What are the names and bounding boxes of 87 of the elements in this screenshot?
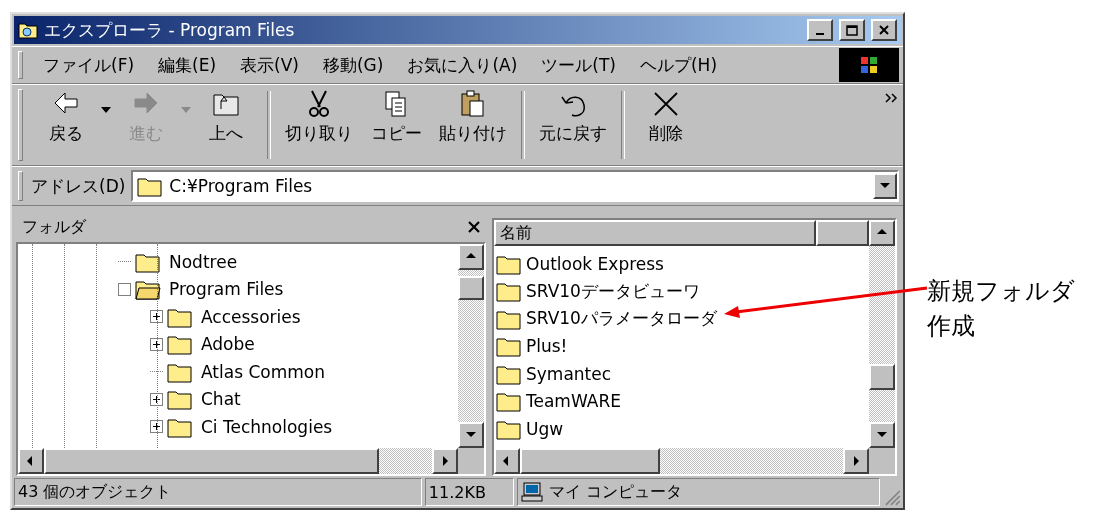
chevron-icon[interactable]	[885, 93, 899, 103]
tree-item[interactable]: Program Files	[169, 279, 284, 300]
vertical-scrollbar[interactable]	[869, 246, 895, 448]
address-dropdown-button[interactable]	[873, 173, 897, 199]
annotation-text: 新規フォルダ作成	[927, 276, 1076, 342]
scroll-down-button[interactable]	[869, 422, 895, 448]
toolbar-button[interactable]: 切り取り	[277, 85, 361, 149]
toolbar-button[interactable]: 戻る	[31, 85, 101, 149]
horizontal-scrollbar[interactable]	[494, 448, 869, 474]
plus-icon	[153, 423, 160, 431]
address-label: アドレス(D)	[31, 174, 126, 198]
scroll-down-button[interactable]	[458, 422, 484, 448]
scrollbar-corner	[869, 448, 895, 474]
file-item[interactable]: Outlook Express	[526, 253, 664, 274]
scroll-up-button[interactable]	[458, 244, 484, 270]
location-text: マイ コンピュータ	[548, 481, 682, 503]
toolbar-button[interactable]: 貼り付け	[431, 85, 515, 149]
open-folder-icon	[135, 278, 161, 301]
vertical-scrollbar[interactable]	[458, 244, 484, 448]
pane-title: フォルダ	[22, 216, 86, 238]
scrollbar-corner	[458, 448, 484, 474]
folder-icon	[496, 280, 522, 303]
computer-icon	[520, 482, 543, 502]
menu-item[interactable]: ファイル(F)	[31, 47, 147, 83]
close-button[interactable]	[871, 19, 897, 41]
tree-item[interactable]: Chat	[201, 389, 241, 410]
minimize-button[interactable]	[807, 19, 833, 41]
folder-icon	[496, 390, 522, 413]
tree-item[interactable]: Accessories	[201, 306, 301, 327]
folder-icon	[167, 388, 193, 411]
scroll-thumb[interactable]	[44, 448, 379, 474]
file-item[interactable]: SRV10パラメータローダ	[526, 307, 717, 331]
menu-item[interactable]: 編集(E)	[146, 47, 229, 83]
menu-item[interactable]: 表示(V)	[228, 47, 311, 83]
window-title: エクスプローラ - Program Files	[44, 18, 296, 42]
folder-icon	[167, 333, 193, 356]
plus-icon	[153, 395, 160, 403]
file-item[interactable]: TeamWARE	[526, 391, 621, 412]
scroll-thumb[interactable]	[869, 364, 895, 390]
scroll-thumb[interactable]	[458, 276, 484, 300]
file-item[interactable]: Symantec	[526, 363, 612, 384]
resize-grip-icon[interactable]	[883, 488, 901, 506]
folder-icon	[137, 175, 164, 197]
toolbar-button[interactable]: 元に戻す	[531, 85, 615, 149]
address-field[interactable]: C:¥Program Files	[131, 170, 899, 202]
column-header[interactable]: 名前	[494, 220, 817, 246]
tree-item[interactable]: Nodtree	[169, 251, 238, 272]
file-item[interactable]: Plus!	[526, 336, 568, 357]
maximize-icon	[846, 24, 858, 36]
dropdown-caret-icon	[101, 107, 111, 113]
column-header[interactable]	[816, 220, 869, 246]
menu-item[interactable]: 移動(G)	[310, 47, 396, 83]
status-size: 11.2KB	[424, 478, 514, 506]
maximize-button[interactable]	[839, 19, 865, 41]
scroll-right-button[interactable]	[432, 448, 458, 474]
expand-toggle[interactable]	[150, 420, 163, 434]
horizontal-scrollbar[interactable]	[18, 448, 458, 474]
expand-toggle[interactable]	[150, 310, 163, 324]
scroll-up-button[interactable]	[869, 220, 895, 246]
windows-flag-icon	[859, 55, 879, 75]
expand-toggle[interactable]	[150, 392, 163, 406]
menu-item[interactable]: ヘルプ(H)	[628, 47, 730, 83]
tree-item[interactable]: Atlas Common	[201, 361, 325, 382]
plus-icon	[153, 313, 160, 321]
file-item[interactable]: SRV10データビューワ	[526, 279, 700, 303]
close-icon	[879, 25, 889, 35]
status-object-count: 43 個のオブジェクト	[14, 478, 422, 506]
scroll-left-button[interactable]	[18, 448, 44, 474]
toolbar-button[interactable]: 削除	[631, 85, 701, 149]
dropdown-caret-icon	[181, 107, 191, 113]
close-icon[interactable]	[468, 221, 480, 233]
minimize-icon	[816, 33, 824, 35]
file-item[interactable]: Ugw	[526, 418, 564, 439]
folder-icon	[496, 335, 522, 358]
scroll-left-button[interactable]	[494, 448, 520, 474]
plus-icon	[153, 340, 160, 348]
toolbar-button[interactable]: 上へ	[191, 85, 261, 149]
menu-item[interactable]: お気に入り(A)	[395, 47, 530, 83]
collapse-toggle[interactable]	[118, 282, 131, 296]
expand-toggle[interactable]	[150, 337, 163, 351]
toolbar-button[interactable]: コピー	[361, 85, 431, 149]
tree-item[interactable]: Ci Technologies	[201, 416, 333, 437]
menu-item[interactable]: ツール(T)	[529, 47, 628, 83]
tree-item[interactable]: Adobe	[201, 334, 255, 355]
explorer-window-icon	[18, 21, 38, 39]
scroll-thumb[interactable]	[520, 448, 660, 474]
scroll-right-button[interactable]	[843, 448, 869, 474]
